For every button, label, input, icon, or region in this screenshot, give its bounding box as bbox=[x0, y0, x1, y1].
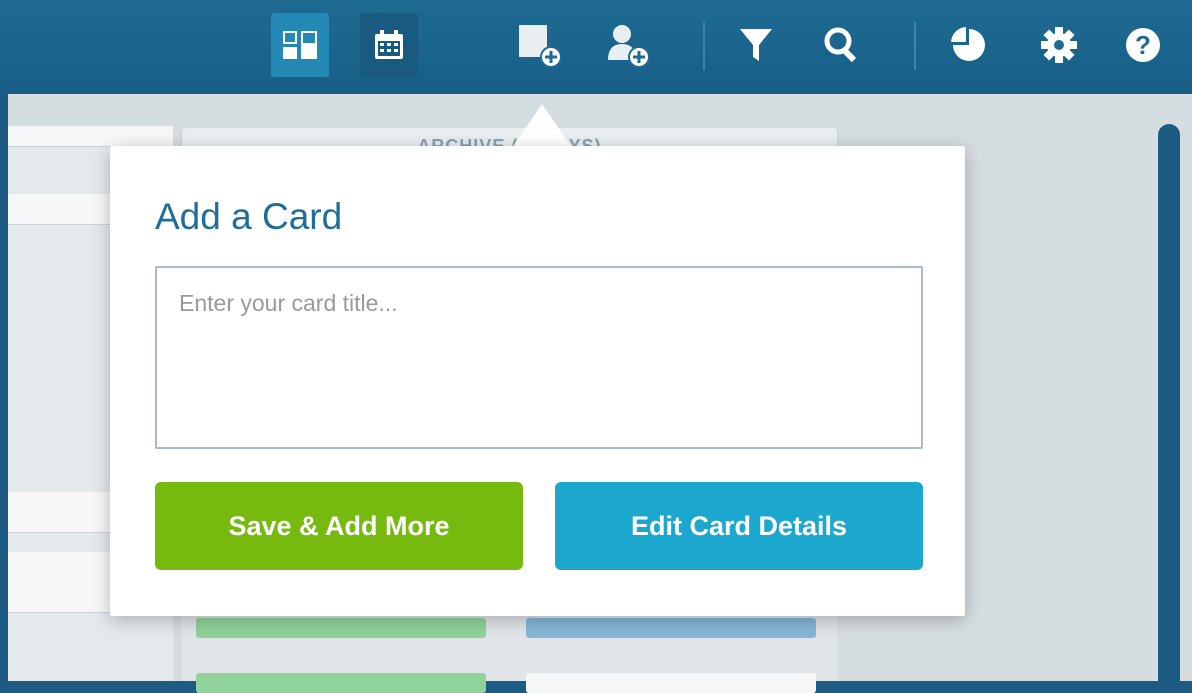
toolbar-divider bbox=[703, 22, 705, 70]
card[interactable] bbox=[526, 618, 816, 638]
card[interactable] bbox=[526, 673, 816, 693]
help-icon: ? bbox=[1123, 25, 1163, 65]
card[interactable] bbox=[196, 618, 486, 638]
svg-text:?: ? bbox=[1135, 30, 1151, 60]
search-button[interactable] bbox=[812, 13, 870, 77]
add-user-button[interactable] bbox=[598, 13, 656, 77]
analytics-icon bbox=[949, 25, 989, 65]
add-card-button[interactable] bbox=[510, 13, 568, 77]
filter-icon bbox=[738, 25, 774, 65]
search-icon bbox=[823, 26, 859, 64]
add-card-icon bbox=[514, 20, 564, 70]
card-title-input[interactable] bbox=[155, 266, 923, 449]
save-and-add-more-button[interactable]: Save & Add More bbox=[155, 482, 523, 570]
add-card-popup: Add a Card Save & Add More Edit Card Det… bbox=[110, 146, 965, 616]
toolbar-divider bbox=[914, 22, 916, 70]
calendar-icon bbox=[373, 29, 405, 61]
popup-title: Add a Card bbox=[155, 196, 343, 237]
board-view-button[interactable] bbox=[271, 13, 329, 77]
top-toolbar: ? bbox=[0, 0, 1192, 94]
calendar-view-button[interactable] bbox=[360, 13, 418, 77]
add-user-icon bbox=[602, 20, 652, 70]
popup-pointer bbox=[512, 104, 572, 148]
analytics-button[interactable] bbox=[940, 13, 998, 77]
board-view-icon bbox=[282, 30, 318, 60]
help-button[interactable]: ? bbox=[1114, 13, 1172, 77]
edit-card-details-button[interactable]: Edit Card Details bbox=[555, 482, 923, 570]
left-lane-strip bbox=[8, 126, 173, 147]
card[interactable] bbox=[196, 673, 486, 693]
vertical-scrollbar[interactable] bbox=[1158, 124, 1180, 684]
settings-button[interactable] bbox=[1030, 13, 1088, 77]
settings-gear-icon bbox=[1039, 25, 1079, 65]
filter-button[interactable] bbox=[727, 13, 785, 77]
